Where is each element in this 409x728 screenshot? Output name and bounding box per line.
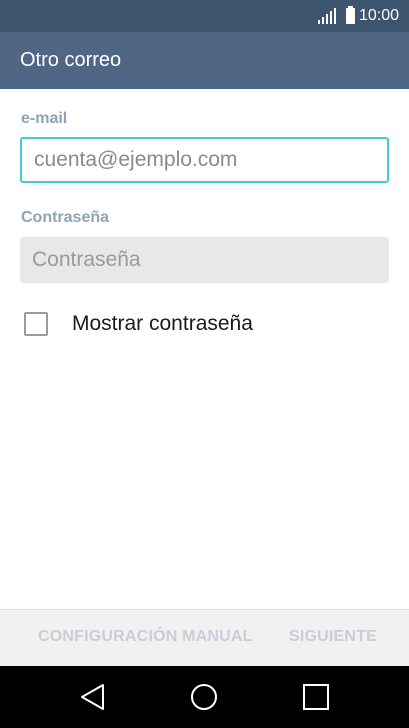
next-button[interactable]: SIGUIENTE [289,628,377,646]
manual-setup-button[interactable]: CONFIGURACIÓN MANUAL [38,628,253,646]
signal-icon [317,8,336,24]
password-label: Contraseña [21,209,110,226]
recents-icon[interactable] [301,682,331,712]
email-field[interactable] [20,137,389,183]
navigation-bar [0,666,409,728]
page-title: Otro correo [20,49,122,71]
show-password-label: Mostrar contraseña [72,312,253,335]
action-bar: CONFIGURACIÓN MANUAL SIGUIENTE [0,609,409,666]
home-icon[interactable] [189,682,219,712]
show-password-row[interactable]: Mostrar contraseña [24,312,253,336]
screen: 10:00 Otro correo e-mail Contraseña Most… [0,0,409,728]
email-label: e-mail [21,110,68,127]
status-time: 10:00 [358,7,399,24]
status-bar: 10:00 [0,0,409,32]
app-bar: Otro correo [0,32,409,89]
battery-icon [345,6,355,24]
back-icon[interactable] [78,682,108,712]
show-password-checkbox[interactable] [24,312,48,336]
password-field[interactable] [20,237,389,283]
